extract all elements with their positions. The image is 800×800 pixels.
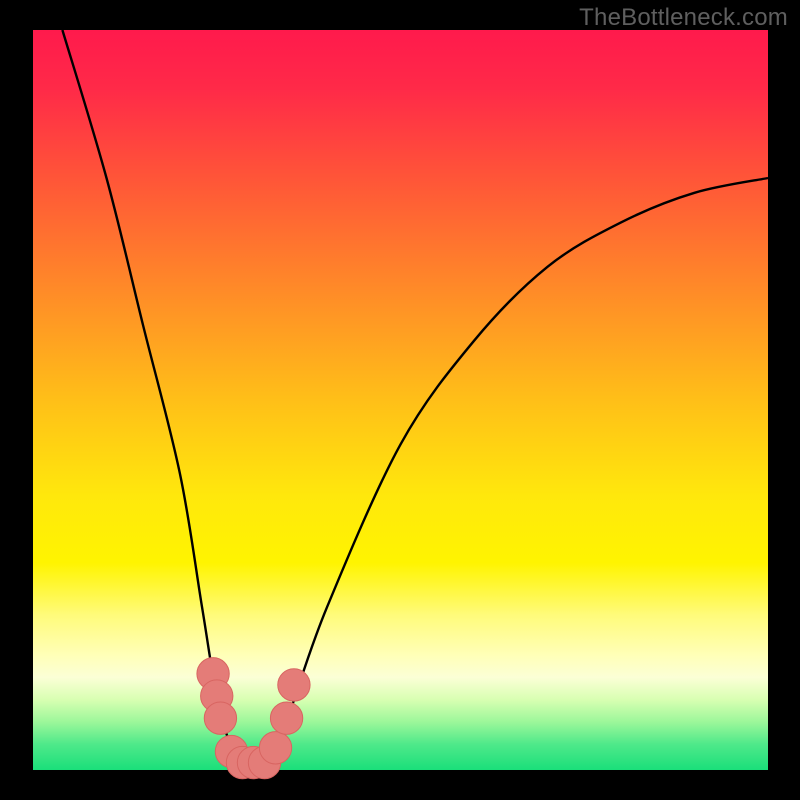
curve-marker: [278, 669, 310, 701]
chart-frame: TheBottleneck.com: [0, 0, 800, 800]
watermark-text: TheBottleneck.com: [579, 4, 788, 32]
curve-marker: [204, 702, 236, 734]
curve-marker: [259, 732, 291, 764]
bottleneck-chart: [0, 0, 800, 800]
curve-marker: [270, 702, 302, 734]
plot-background: [33, 30, 768, 770]
